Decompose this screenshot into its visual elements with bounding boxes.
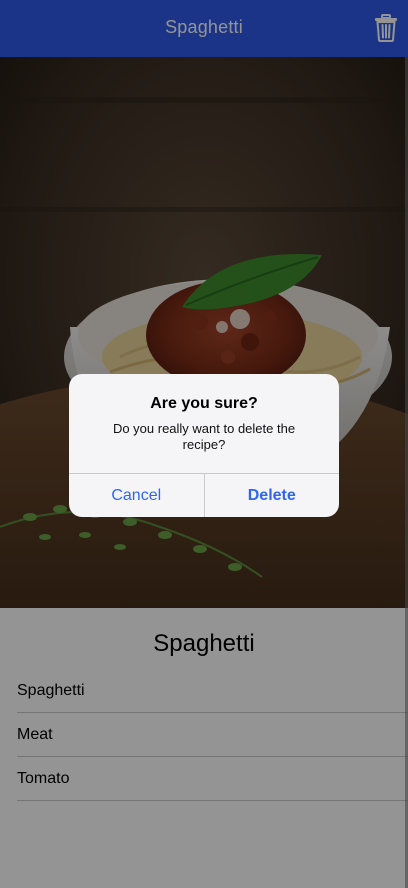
delete-confirmation-alert: Are you sure? Do you really want to dele… <box>69 374 339 517</box>
alert-title: Are you sure? <box>150 395 258 412</box>
delete-button[interactable]: Delete <box>205 474 340 517</box>
alert-message: Do you really want to delete the recipe? <box>112 421 296 452</box>
cancel-button[interactable]: Cancel <box>69 474 205 517</box>
alert-actions: Cancel Delete <box>69 473 339 517</box>
